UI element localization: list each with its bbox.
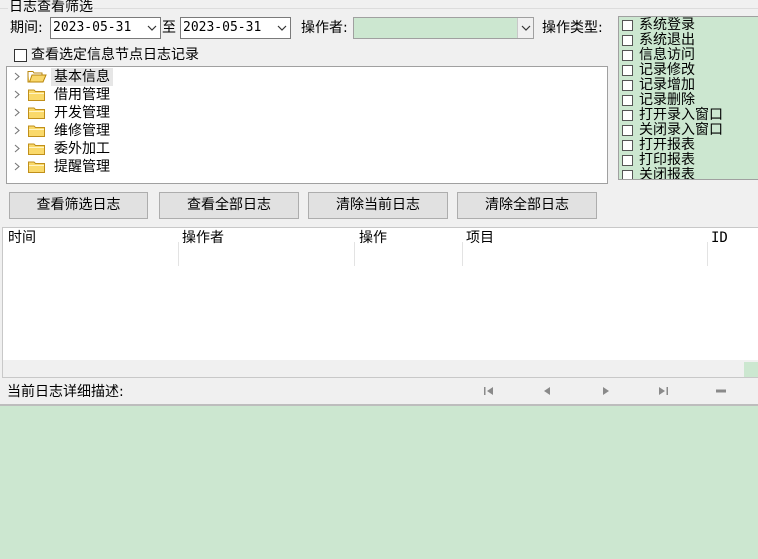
end-date-picker[interactable]: 2023-05-31 — [180, 17, 291, 39]
grid-corner — [744, 362, 758, 377]
operation-type-checkbox[interactable] — [622, 50, 633, 61]
column-header-operator[interactable]: 操作者 — [179, 228, 355, 266]
operator-label: 操作者: — [301, 20, 348, 36]
operation-type-item[interactable]: 打开录入窗口 — [622, 108, 723, 123]
tree-node[interactable]: 开发管理 — [7, 104, 113, 122]
operation-type-label: 系统登录 — [639, 17, 695, 33]
tree-node[interactable]: 基本信息 — [7, 68, 113, 86]
operation-type-checkbox[interactable] — [622, 80, 633, 91]
operation-type-label: 系统退出 — [639, 32, 695, 48]
tree-node[interactable]: 提醒管理 — [7, 158, 113, 176]
operation-type-item[interactable]: 系统登录 — [622, 18, 695, 33]
operation-type-item[interactable]: 打开报表 — [622, 138, 695, 153]
operation-type-item[interactable]: 打印报表 — [622, 153, 695, 168]
operation-type-item[interactable]: 记录删除 — [622, 93, 695, 108]
selected-node-checkbox[interactable] — [14, 48, 27, 62]
chevron-down-icon[interactable] — [274, 18, 290, 38]
tree-node-label: 提醒管理 — [54, 159, 110, 175]
period-label: 期间: — [10, 20, 43, 36]
operation-type-checkbox[interactable] — [622, 20, 633, 31]
detail-description-area[interactable] — [0, 404, 758, 559]
operation-type-checkbox[interactable] — [622, 125, 633, 136]
next-record-icon[interactable] — [594, 381, 618, 401]
operation-type-checkbox[interactable] — [622, 140, 633, 151]
column-header-operation[interactable]: 操作 — [356, 228, 462, 266]
column-header-id[interactable]: ID — [708, 228, 758, 266]
folder-icon — [27, 106, 47, 120]
tree-node-label: 委外加工 — [54, 141, 110, 157]
tree-node[interactable]: 维修管理 — [7, 122, 113, 140]
tree-node-label: 开发管理 — [54, 105, 110, 121]
start-date-picker[interactable]: 2023-05-31 — [50, 17, 161, 39]
optype-label: 操作类型: — [542, 20, 603, 36]
operation-type-label: 记录修改 — [639, 62, 695, 78]
chevron-down-icon[interactable] — [144, 18, 160, 38]
detail-label: 当前日志详细描述: — [7, 384, 124, 400]
clear-all-log-button[interactable]: 清除全部日志 — [457, 192, 597, 219]
chevron-right-icon[interactable] — [7, 124, 27, 138]
delete-record-icon[interactable] — [709, 381, 733, 401]
end-date-value: 2023-05-31 — [183, 20, 262, 35]
operation-type-item[interactable]: 记录增加 — [622, 78, 695, 93]
horizontal-scrollbar[interactable] — [3, 360, 758, 377]
folder-icon — [27, 142, 47, 156]
view-filtered-log-button[interactable]: 查看筛选日志 — [9, 192, 148, 219]
operation-type-checkbox[interactable] — [622, 170, 633, 179]
operator-select[interactable] — [353, 17, 534, 39]
operation-type-checkbox[interactable] — [622, 35, 633, 46]
previous-record-icon[interactable] — [535, 381, 559, 401]
operation-type-label: 记录增加 — [639, 77, 695, 93]
operation-type-item[interactable]: 关闭报表 — [622, 167, 695, 180]
operation-type-checkbox[interactable] — [622, 95, 633, 106]
tree-node-label: 基本信息 — [51, 68, 113, 86]
to-label: 至 — [162, 20, 176, 36]
operation-type-checkbox[interactable] — [622, 110, 633, 121]
operation-type-label: 关闭报表 — [639, 167, 695, 180]
operation-type-item[interactable]: 记录修改 — [622, 63, 695, 78]
operation-type-list[interactable]: 系统登录 系统退出 信息访问 记录修改 记录增加 记录删除 打开录入窗口 关闭录入窗口 打开报表… — [618, 16, 758, 180]
operation-type-item[interactable]: 信息访问 — [622, 48, 695, 63]
operation-type-label: 打印报表 — [639, 152, 695, 168]
log-grid[interactable]: 时间 操作者 操作 项目 ID — [2, 227, 758, 378]
operation-type-checkbox[interactable] — [622, 155, 633, 166]
chevron-right-icon[interactable] — [7, 160, 27, 174]
operation-type-item[interactable]: 关闭录入窗口 — [622, 123, 723, 138]
chevron-right-icon[interactable] — [7, 142, 27, 156]
folder-icon — [27, 160, 47, 174]
operation-type-label: 信息访问 — [639, 47, 695, 63]
operation-type-checkbox[interactable] — [622, 65, 633, 76]
chevron-right-icon[interactable] — [7, 70, 27, 84]
operation-type-label: 打开录入窗口 — [639, 107, 723, 123]
column-separator — [354, 242, 355, 266]
tree-node[interactable]: 委外加工 — [7, 140, 113, 158]
operation-type-label: 打开报表 — [639, 137, 695, 153]
first-record-icon[interactable] — [477, 381, 501, 401]
tree-node-label: 借用管理 — [54, 87, 110, 103]
column-header-item[interactable]: 项目 — [463, 228, 707, 266]
clear-current-log-button[interactable]: 清除当前日志 — [308, 192, 448, 219]
chevron-down-icon[interactable] — [517, 18, 533, 38]
folder-icon — [27, 124, 47, 138]
info-node-tree[interactable]: 基本信息 借用管理开发管理维修管理委外加工提醒管理 — [6, 66, 608, 184]
column-header-time[interactable]: 时间 — [5, 228, 179, 266]
folder-icon — [27, 88, 47, 102]
operation-type-item[interactable]: 系统退出 — [622, 33, 695, 48]
folder-open-icon — [27, 70, 47, 84]
chevron-right-icon[interactable] — [7, 106, 27, 120]
tree-node[interactable]: 借用管理 — [7, 86, 113, 104]
start-date-value: 2023-05-31 — [53, 20, 132, 35]
view-all-log-button[interactable]: 查看全部日志 — [159, 192, 299, 219]
filter-group-title: 日志查看筛选 — [8, 0, 94, 15]
operation-type-label: 关闭录入窗口 — [639, 122, 723, 138]
operation-type-label: 记录删除 — [639, 92, 695, 108]
selected-node-label: 查看选定信息节点日志记录 — [31, 47, 199, 63]
last-record-icon[interactable] — [651, 381, 675, 401]
chevron-right-icon[interactable] — [7, 88, 27, 102]
tree-node-label: 维修管理 — [54, 123, 110, 139]
selected-node-checkbox-row[interactable]: 查看选定信息节点日志记录 — [14, 46, 199, 64]
